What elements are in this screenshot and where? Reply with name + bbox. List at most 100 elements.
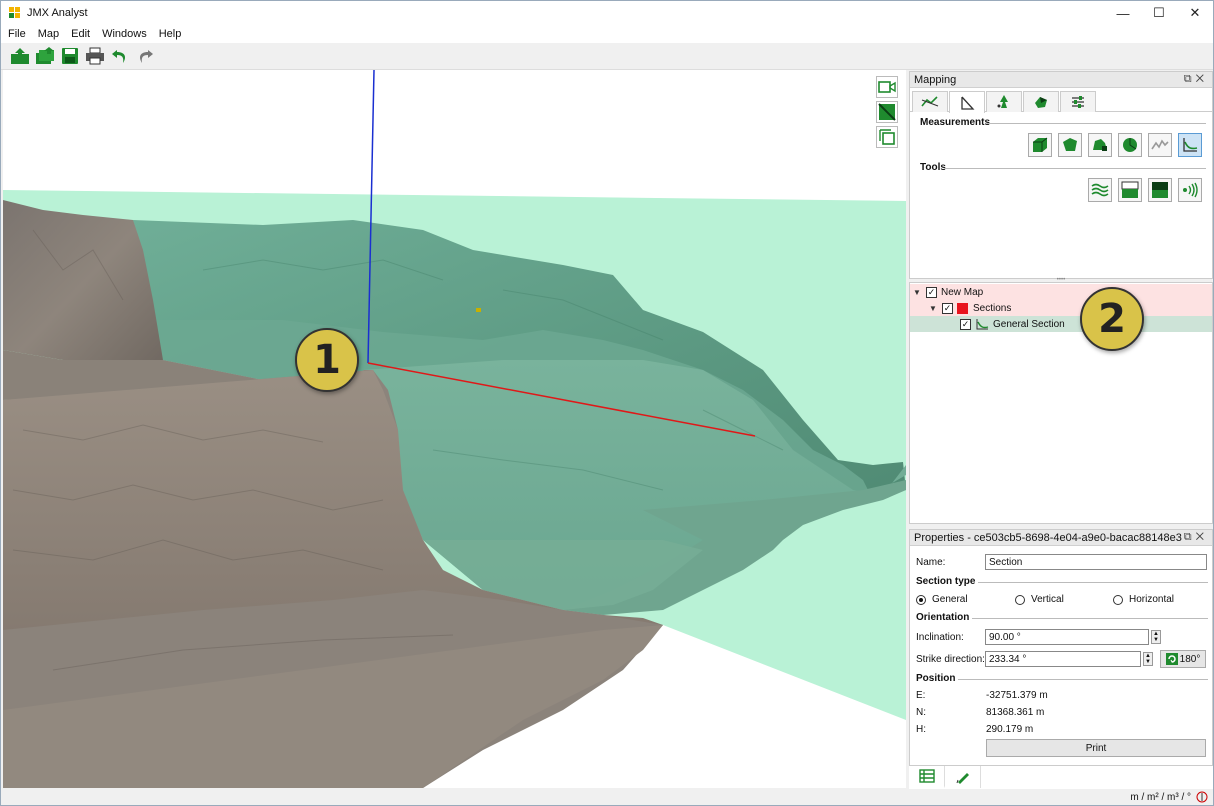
tab-table[interactable] <box>909 766 945 788</box>
cut-above-icon <box>1152 182 1168 198</box>
cut-below-button[interactable] <box>1118 178 1142 202</box>
sections-color-swatch <box>957 302 968 314</box>
app-logo-icon <box>9 7 21 19</box>
app-window: JMX Analyst — ☐ ✕ File Map Edit Windows … <box>0 0 1214 806</box>
layers-button[interactable] <box>1088 178 1112 202</box>
stockpile-button[interactable] <box>1088 133 1112 157</box>
line-tools-icon <box>921 96 939 107</box>
new-map-icon <box>11 48 29 64</box>
tab-edit[interactable] <box>945 766 981 788</box>
menu-windows[interactable]: Windows <box>97 28 152 40</box>
checkbox-general-section[interactable]: ✓ <box>960 318 971 330</box>
callout-marker-1: 1 <box>295 328 359 392</box>
tree-label-sections: Sections <box>973 302 1012 314</box>
n-label: N: <box>916 707 926 718</box>
checkbox-sections[interactable]: ✓ <box>942 302 953 314</box>
flip-180-button[interactable]: 180° <box>1160 650 1206 668</box>
tool-buttons <box>910 178 1202 202</box>
radio-horizontal-dot[interactable] <box>1113 594 1123 605</box>
chevron-down-icon[interactable]: ▼ <box>928 304 938 313</box>
open-button[interactable] <box>34 45 56 67</box>
units-readout: m / m² / m³ / ° <box>1130 791 1191 803</box>
tab-measurement[interactable] <box>949 91 985 113</box>
n-value: 81368.361 m <box>986 707 1045 718</box>
radio-vertical[interactable]: Vertical <box>1015 594 1064 605</box>
section-view-button[interactable] <box>876 101 898 123</box>
signal-button[interactable] <box>1178 178 1202 202</box>
cut-above-button[interactable] <box>1148 178 1172 202</box>
strike-direction-spinner[interactable]: ▲ ▼ <box>1143 652 1153 666</box>
cube-volume-icon <box>1033 137 1048 152</box>
tools-label: Tools <box>920 162 946 173</box>
minimize-button[interactable]: — <box>1105 1 1141 25</box>
orientation-label: Orientation <box>916 612 970 623</box>
polygon-button[interactable] <box>1058 133 1082 157</box>
mapping-panel-title: Mapping <box>914 73 957 86</box>
properties-panel-title: Properties - ce503cb5-8698-4e04-a9e0-bac… <box>914 531 1182 544</box>
section-button[interactable] <box>1178 133 1202 157</box>
cube-volume-button[interactable] <box>1028 133 1052 157</box>
radio-vertical-label: Vertical <box>1031 594 1064 605</box>
menu-edit[interactable]: Edit <box>66 28 95 40</box>
print-button[interactable]: Print <box>986 739 1206 757</box>
profile-line-button[interactable] <box>1148 133 1172 157</box>
inclination-spinner[interactable]: ▲ ▼ <box>1151 630 1161 644</box>
layers-icon <box>1091 183 1109 197</box>
maximize-button[interactable]: ☐ <box>1141 1 1177 25</box>
save-button[interactable] <box>59 45 81 67</box>
3d-viewport[interactable]: 1 <box>3 70 906 788</box>
new-map-button[interactable] <box>9 45 31 67</box>
e-value: -32751.379 m <box>986 690 1048 701</box>
strike-direction-field[interactable]: 233.34 ° <box>985 651 1141 667</box>
title-bar: JMX Analyst — ☐ ✕ <box>1 1 1213 25</box>
stockpile-icon <box>1093 139 1107 151</box>
sphere-icon <box>1123 138 1137 152</box>
print-button[interactable] <box>84 45 106 67</box>
name-field[interactable]: Section <box>985 554 1207 570</box>
tools-group: Tools <box>920 162 1206 174</box>
measurements-group: Measurements <box>920 117 1206 129</box>
tab-settings[interactable] <box>1060 91 1096 112</box>
mapping-panel-header: Mapping ⧉✕ <box>910 72 1212 88</box>
inclination-field[interactable]: 90.00 ° <box>985 629 1149 645</box>
panel-controls[interactable]: ⧉✕ <box>1184 73 1208 86</box>
radio-general[interactable]: General <box>916 594 968 605</box>
points-icon <box>997 95 1008 108</box>
status-bar: m / m² / m³ / ° <box>1 789 1213 805</box>
tree-row-sections[interactable]: ▼ ✓ Sections <box>910 300 1212 316</box>
rotate-icon <box>1165 653 1178 665</box>
callout-marker-2: 2 <box>1080 287 1144 351</box>
settings-icon <box>1072 96 1084 108</box>
panel-controls[interactable]: ⧉✕ <box>1184 531 1208 544</box>
mapping-panel: Mapping ⧉✕ Measurements Tools <box>909 71 1213 279</box>
menu-file[interactable]: File <box>3 28 31 40</box>
tab-volume[interactable] <box>1023 91 1059 112</box>
table-icon <box>918 769 935 783</box>
camera-icon <box>878 81 896 93</box>
terrain-scene <box>3 70 906 788</box>
radio-general-dot[interactable] <box>916 594 926 605</box>
print-icon <box>86 47 104 65</box>
frame-button[interactable] <box>876 126 898 148</box>
close-button[interactable]: ✕ <box>1177 1 1213 25</box>
tree-row-new-map[interactable]: ▼ ✓ New Map <box>910 284 1212 300</box>
redo-icon <box>140 50 153 63</box>
profile-line-icon <box>1151 139 1169 150</box>
chevron-down-icon[interactable]: ▼ <box>912 288 922 297</box>
save-icon <box>62 48 78 64</box>
undo-button[interactable] <box>109 45 131 67</box>
menu-map[interactable]: Map <box>33 28 64 40</box>
unit-settings-icon[interactable] <box>1195 791 1209 803</box>
tab-line-tools[interactable] <box>912 91 948 112</box>
sphere-button[interactable] <box>1118 133 1142 157</box>
camera-button[interactable] <box>876 76 898 98</box>
tree-row-general-section[interactable]: ✓ General Section <box>910 316 1212 332</box>
menu-help[interactable]: Help <box>154 28 187 40</box>
checkbox-new-map[interactable]: ✓ <box>926 286 937 298</box>
frame-icon <box>879 129 895 145</box>
radio-horizontal[interactable]: Horizontal <box>1113 594 1174 605</box>
redo-button[interactable] <box>134 45 156 67</box>
radio-vertical-dot[interactable] <box>1015 594 1025 605</box>
cut-below-icon <box>1121 181 1139 198</box>
tab-points[interactable] <box>986 91 1022 112</box>
